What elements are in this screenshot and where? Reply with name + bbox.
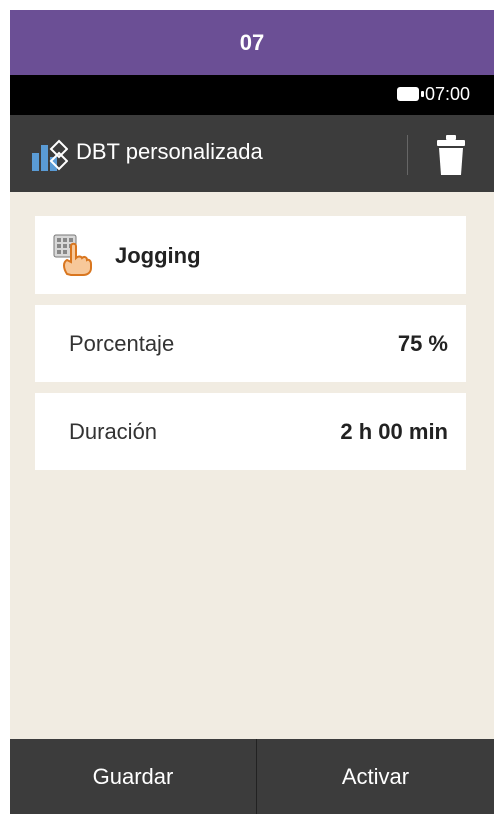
device-screen: 07 07:00 DBT personalizada Jogging Porce… bbox=[10, 10, 494, 814]
activate-button[interactable]: Activar bbox=[257, 739, 494, 814]
profile-name: Jogging bbox=[115, 243, 201, 268]
app-header: DBT personalizada bbox=[10, 115, 494, 192]
profile-name-row[interactable]: Jogging bbox=[35, 216, 466, 294]
trash-icon[interactable] bbox=[436, 135, 466, 175]
battery-icon bbox=[397, 87, 424, 101]
save-button[interactable]: Guardar bbox=[10, 739, 256, 814]
percentage-value: 75 % bbox=[397, 331, 448, 356]
dbt-building-icon bbox=[32, 139, 68, 171]
page-title: DBT personalizada bbox=[76, 139, 263, 164]
bottom-bar: Guardar Activar bbox=[10, 739, 494, 814]
device-title-bar: 07 bbox=[10, 10, 494, 75]
status-time: 07:00 bbox=[425, 84, 471, 104]
status-bar: 07:00 bbox=[10, 75, 494, 115]
duration-value: 2 h 00 min bbox=[340, 419, 448, 444]
device-title: 07 bbox=[239, 29, 265, 55]
duration-row[interactable]: Duración 2 h 00 min bbox=[35, 393, 466, 470]
duration-label: Duración bbox=[69, 419, 158, 444]
header-divider bbox=[407, 135, 408, 175]
percentage-label: Porcentaje bbox=[69, 331, 175, 356]
percentage-row[interactable]: Porcentaje 75 % bbox=[35, 305, 466, 382]
keypad-hand-icon bbox=[53, 234, 92, 276]
